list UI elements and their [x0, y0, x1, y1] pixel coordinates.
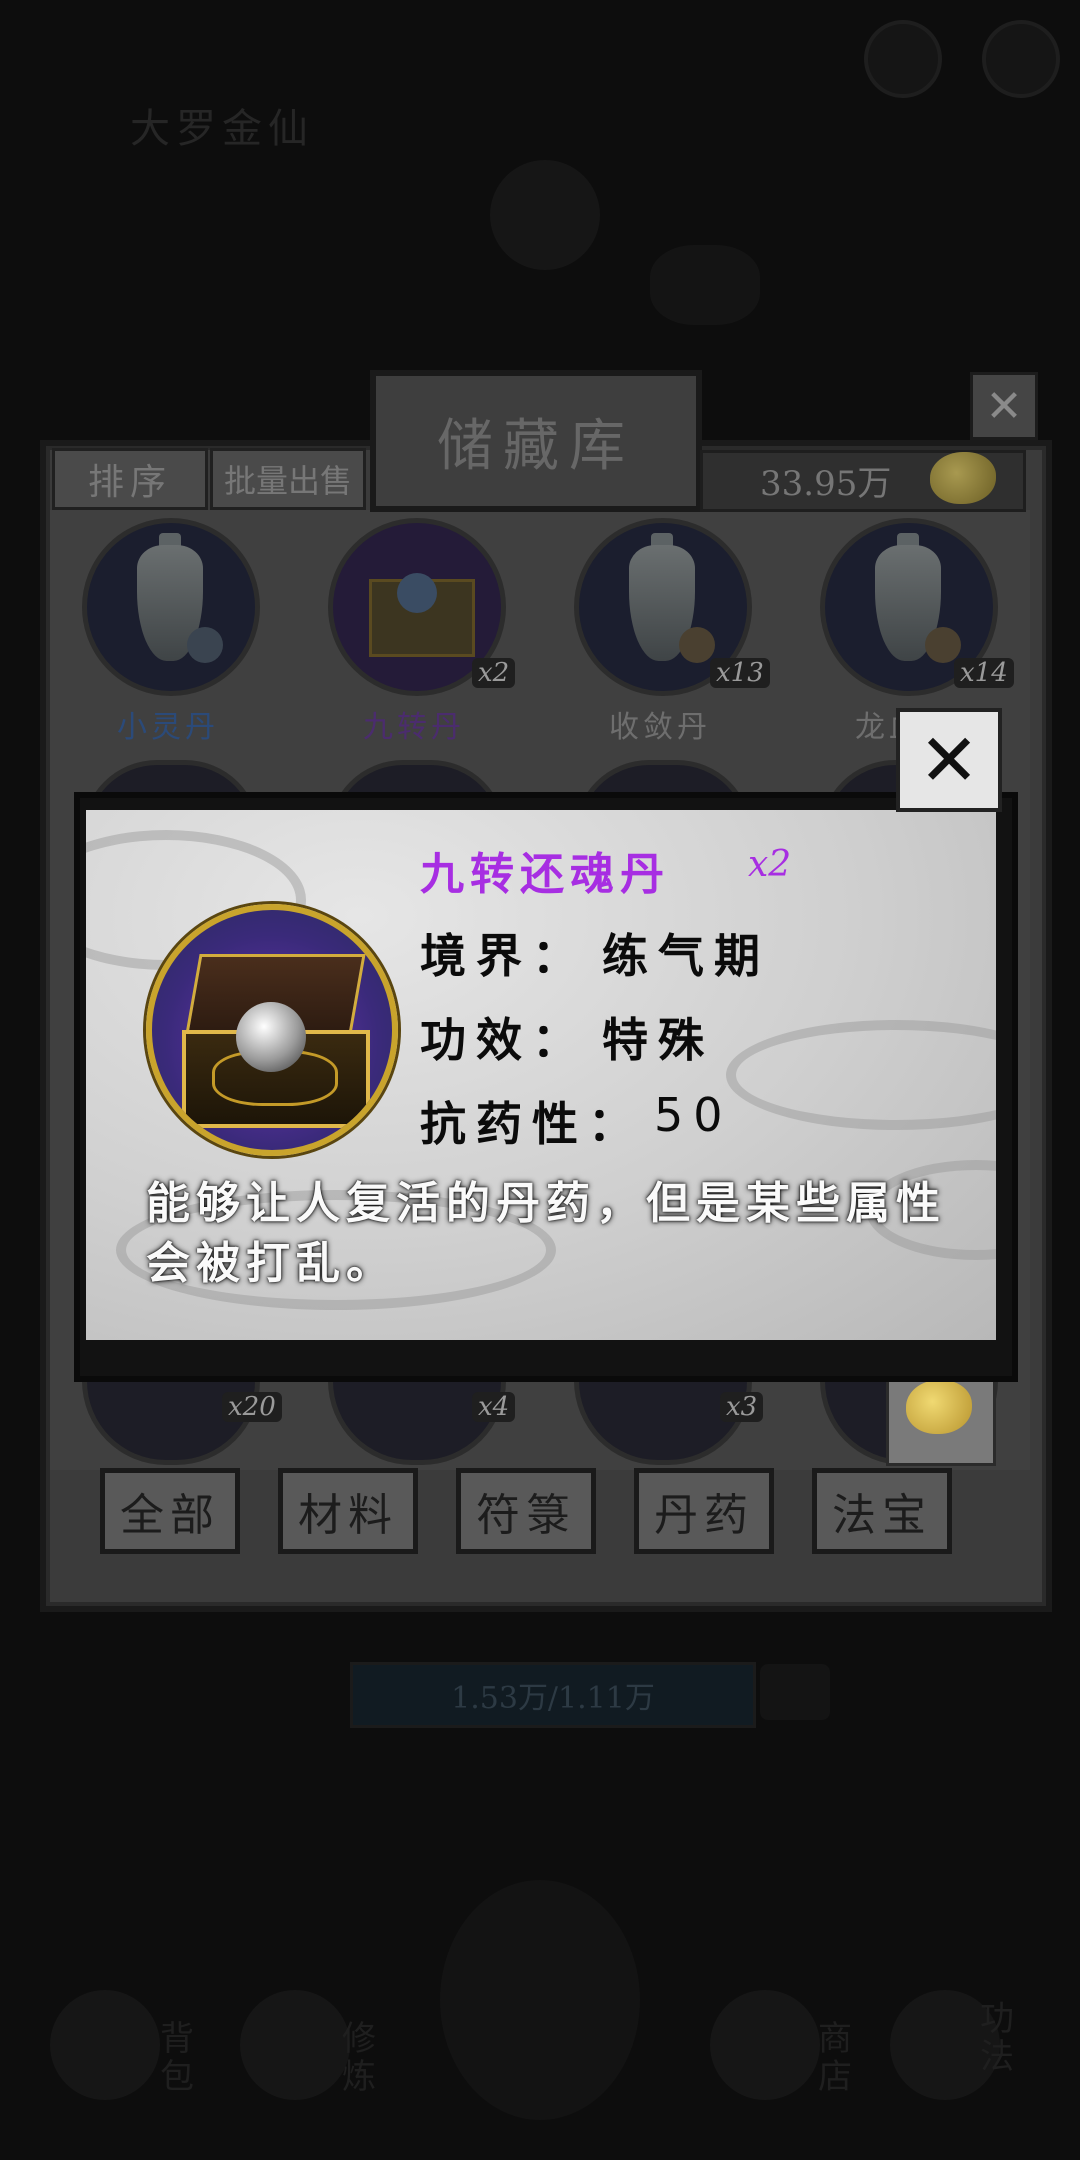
- storage-title-plate: 储藏库: [370, 370, 702, 512]
- realm-value: 练气期: [602, 929, 770, 983]
- item-name: 九转丹: [363, 710, 465, 745]
- item-name: 收敛丹: [609, 710, 711, 745]
- effect-value: 特殊: [602, 1013, 714, 1067]
- meditation-icon: [240, 1990, 350, 2100]
- item-count: x2: [472, 658, 516, 688]
- item-count: x2: [748, 844, 792, 885]
- nav-label: 背包: [160, 2019, 194, 2097]
- filter-all[interactable]: 全部: [100, 1468, 240, 1554]
- item-title: 九转还魂丹: [420, 849, 670, 900]
- top-icons: [864, 20, 1060, 98]
- bottom-nav: 背包 修炼 商店 功法: [0, 1960, 1080, 2160]
- nav-shop[interactable]: 商店: [700, 1960, 852, 2110]
- effect-label: 功效：: [420, 1013, 588, 1067]
- filter-artifacts[interactable]: 法宝: [812, 1468, 952, 1554]
- storage-close-button[interactable]: ✕: [970, 372, 1038, 440]
- nav-techniques[interactable]: 功法: [880, 1960, 1030, 2110]
- filter-talismans[interactable]: 符箓: [456, 1468, 596, 1554]
- item-count: x4: [472, 1392, 516, 1422]
- coin-icon: [930, 452, 996, 504]
- resistance-value: 50: [654, 1088, 733, 1142]
- close-icon: ✕: [918, 718, 980, 802]
- nav-backpack[interactable]: 背包: [40, 1960, 194, 2110]
- nav-label: 修炼: [342, 2019, 376, 2097]
- realm-label: 境界：: [420, 929, 588, 983]
- filter-materials[interactable]: 材料: [278, 1468, 418, 1554]
- realm-title: 大罗金仙: [130, 106, 314, 152]
- filter-pills[interactable]: 丹药: [634, 1468, 774, 1554]
- item-slot[interactable]: [82, 518, 260, 696]
- sort-button[interactable]: 排序: [52, 448, 208, 510]
- nav-label: 商店: [818, 2019, 852, 2097]
- filter-tabs: 全部 材料 符箓 丹药 法宝: [100, 1468, 952, 1554]
- settings-icon[interactable]: [864, 20, 942, 98]
- nav-label: 功法: [980, 1999, 1014, 2077]
- add-hp-button[interactable]: [760, 1664, 830, 1720]
- storage-title: 储藏库: [437, 413, 635, 479]
- scroll-icon: [710, 1990, 820, 2100]
- popup-close-button[interactable]: ✕: [896, 708, 1002, 812]
- item-description: 能够让人复活的丹药，但是某些属性会被打乱。: [146, 1178, 946, 1289]
- money-value: 33.95万: [760, 464, 892, 504]
- item-count: x20: [222, 1392, 282, 1422]
- ink-decoration: [726, 1020, 996, 1130]
- mail-icon[interactable]: [982, 20, 1060, 98]
- item-count: x13: [710, 658, 770, 688]
- item-name: 小灵丹: [117, 710, 219, 745]
- resistance-label: 抗药性：: [420, 1097, 644, 1151]
- hp-text: 1.53万/1.11万: [451, 1681, 655, 1716]
- hp-bar: 1.53万/1.11万: [350, 1662, 756, 1728]
- nav-cultivation[interactable]: 修炼: [230, 1960, 380, 2110]
- scenery-cloud: [650, 245, 760, 325]
- character-avatar: [490, 160, 600, 270]
- item-count: x3: [720, 1392, 764, 1422]
- treasure-chest-icon: [146, 904, 398, 1156]
- bulk-sell-button[interactable]: 批量出售: [210, 448, 366, 510]
- coin-icon: [906, 1380, 972, 1434]
- bag-icon: [50, 1990, 160, 2100]
- close-icon: ✕: [985, 380, 1023, 432]
- item-count: x14: [954, 658, 1014, 688]
